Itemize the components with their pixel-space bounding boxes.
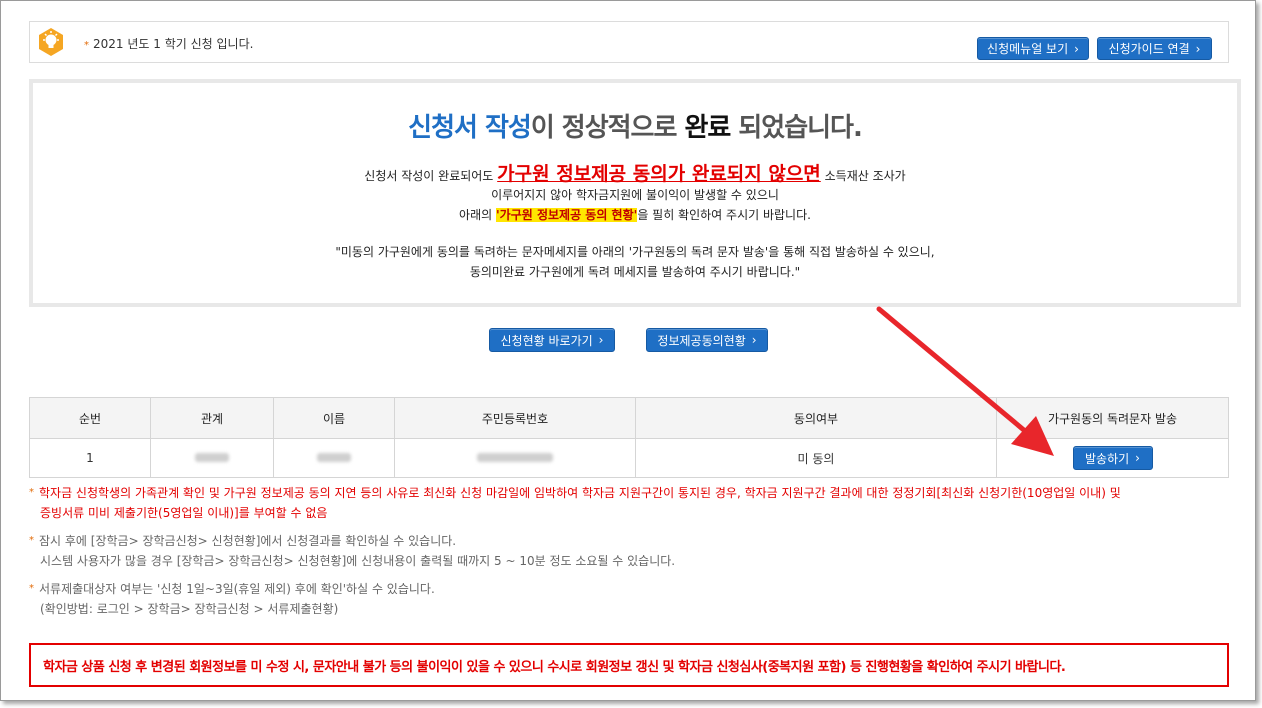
chevron-right-icon: › [1195,41,1201,56]
redacted-resident-number [477,453,553,462]
document-submission-note: * 서류제출대상자 여부는 '신청 1일~3일(휴일 제외) 후에 확인'하실 수… [29,582,435,616]
completion-line-1: 신청서 작성이 완료되어도 가구원 정보제공 동의가 완료되지 않으면 소득재산… [364,163,906,185]
redacted-relation [195,453,229,462]
member-info-warning-box: 학자금 상품 신청 후 변경된 회원정보를 미 수정 시, 문자안내 불가 등의… [29,643,1229,687]
chevron-right-icon: › [751,333,757,347]
status-check-note: * 잠시 후에 [장학금> 장학금신청> 신청현황]에서 신청결과를 확인하실 수… [29,534,676,568]
bullet-icon: * [84,40,89,51]
manual-button[interactable]: 신청메뉴얼 보기 › [977,37,1089,60]
redacted-name [317,453,351,462]
consent-status-button[interactable]: 정보제공동의현황 › [646,328,768,352]
application-complete-window: * 2021 년도 1 학기 신청 입니다. 신청메뉴얼 보기 › 신청가이드 연결… [0,0,1256,701]
application-status-button[interactable]: 신청현황 바로가기 › [489,328,615,352]
notice-text: * 2021 년도 1 학기 신청 입니다. [84,37,254,51]
cell-resident-number [394,438,636,478]
bullet-icon: * [29,487,34,498]
bullet-icon: * [29,535,34,546]
completion-message-box: 신청서 작성이 정상적으로 완료 되었습니다. 신청서 작성이 완료되어도 가구… [29,79,1241,307]
cell-no: 1 [29,438,151,478]
notice-bar: * 2021 년도 1 학기 신청 입니다. 신청메뉴얼 보기 › 신청가이드 연결… [29,21,1229,63]
lightbulb-icon [39,28,63,56]
completion-line-3: 아래의 '가구원 정보제공 동의 현황'을 필히 확인하여 주시기 바랍니다. [459,208,811,222]
deadline-warning-note: * 학자금 신청학생의 가족관계 확인 및 가구원 정보제공 동의 지연 등의 사… [29,486,1121,520]
completion-title: 신청서 작성이 정상적으로 완료 되었습니다. [408,113,863,143]
completion-line-4: "미동의 가구원에게 동의를 독려하는 문자메세지를 아래의 '가구원동의 독려… [335,245,935,259]
col-header-resident-number: 주민등록번호 [394,397,636,439]
chevron-right-icon: › [598,333,604,347]
chevron-right-icon: › [1074,41,1079,56]
red-arrow [876,306,1054,456]
col-header-name: 이름 [273,397,395,439]
bullet-icon: * [29,583,34,594]
col-header-no: 순번 [29,397,151,439]
completion-line-5: 동의미완료 가구원에게 독려 메세지를 발송하여 주시기 바랍니다." [469,265,801,279]
col-header-relation: 관계 [150,397,274,439]
guide-link-button[interactable]: 신청가이드 연결 › [1097,37,1212,60]
chevron-right-icon: › [1135,451,1140,465]
cell-relation [150,438,274,478]
completion-line-2: 이루어지지 않아 학자금지원에 불이익이 발생할 수 있으니 [491,188,779,202]
cell-name [273,438,395,478]
send-sms-button[interactable]: 발송하기 › [1072,446,1153,470]
